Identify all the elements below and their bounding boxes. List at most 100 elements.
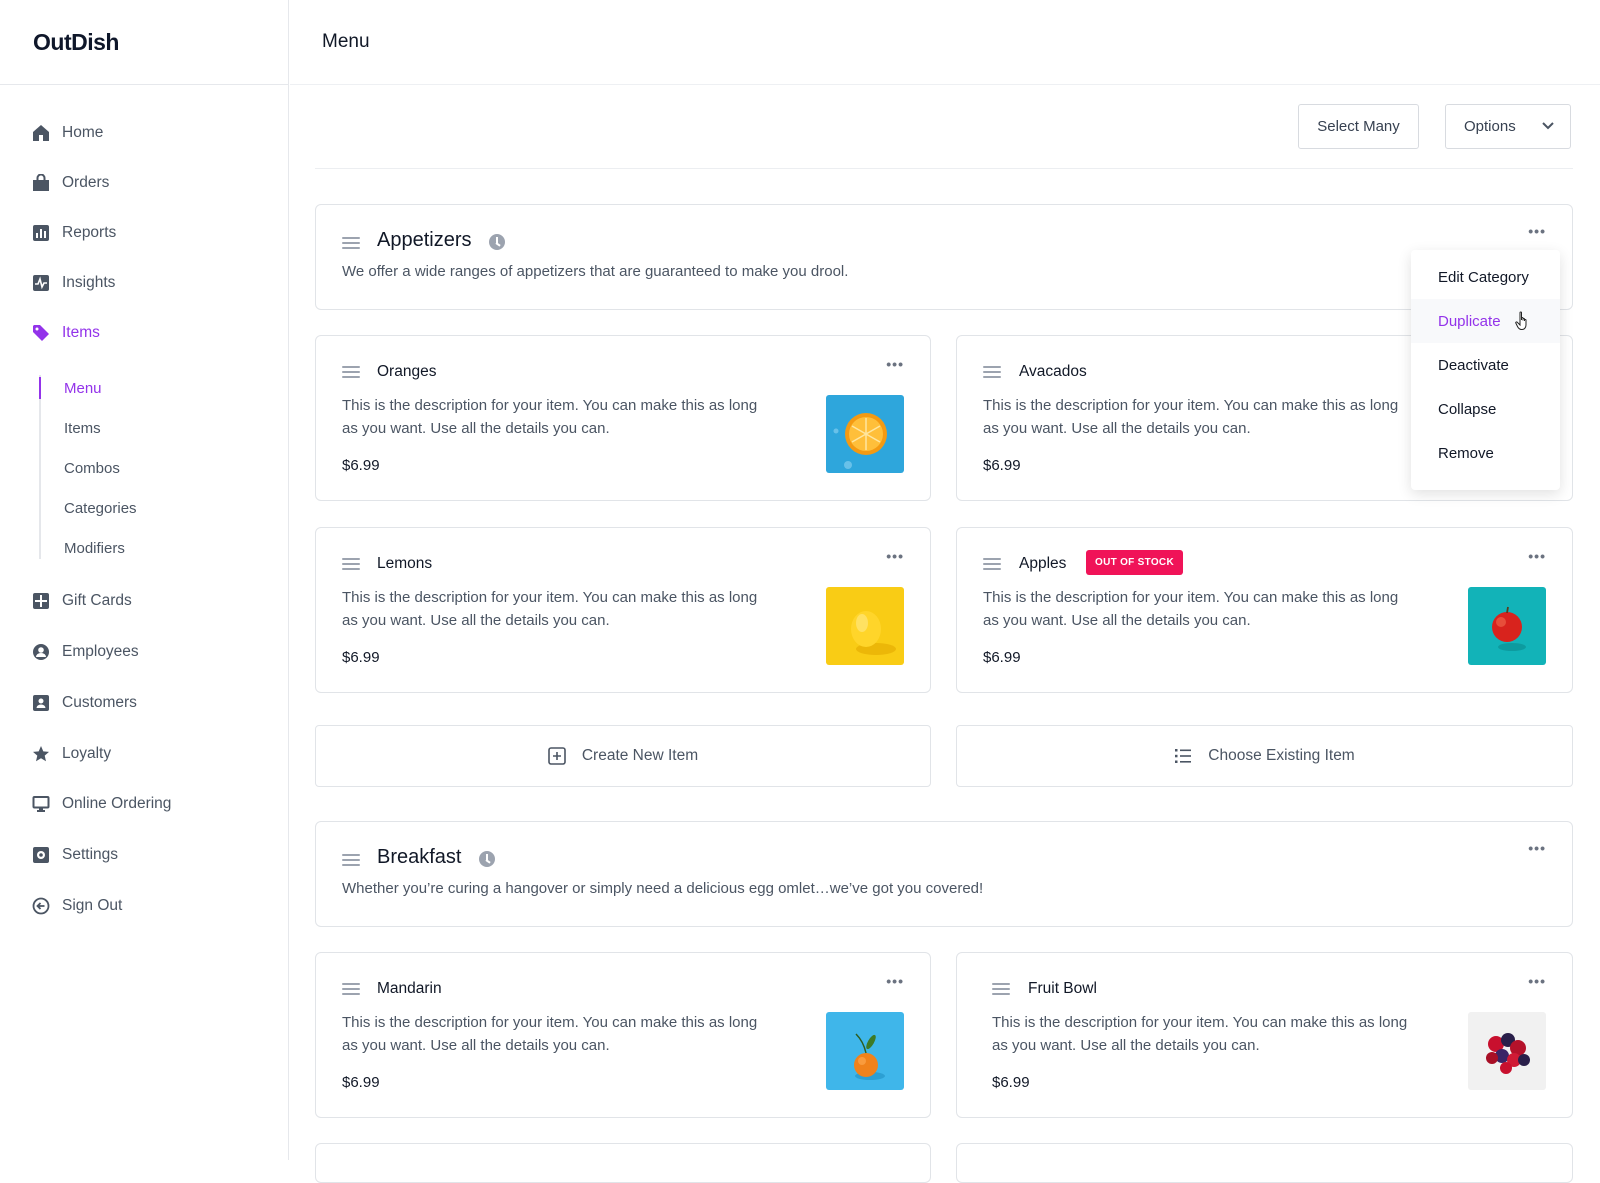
drag-handle-icon[interactable] xyxy=(342,983,360,995)
gift-card-icon xyxy=(33,593,49,609)
menu-item-card[interactable]: Mandarin ••• This is the description for… xyxy=(315,952,931,1118)
menu-item-edit-category[interactable]: Edit Category xyxy=(1411,255,1560,299)
drag-handle-icon[interactable] xyxy=(342,366,360,378)
choose-existing-item-button[interactable]: Choose Existing Item xyxy=(956,725,1573,787)
drag-handle-icon[interactable] xyxy=(983,366,1001,378)
sidebar-item-online-ordering[interactable]: Online Ordering xyxy=(32,792,171,816)
sidebar-item-reports[interactable]: Reports xyxy=(32,221,116,245)
more-options-icon[interactable]: ••• xyxy=(1528,973,1546,989)
more-options-icon[interactable]: ••• xyxy=(1528,840,1546,856)
more-options-icon[interactable]: ••• xyxy=(1528,223,1546,239)
sidebar-item-sign-out[interactable]: Sign Out xyxy=(32,894,122,918)
item-price: $6.99 xyxy=(983,649,1021,666)
drag-handle-icon[interactable] xyxy=(992,983,1010,995)
options-label: Options xyxy=(1464,118,1516,135)
drag-handle-icon[interactable] xyxy=(342,237,360,249)
sidebar-item-employees[interactable]: Employees xyxy=(32,640,139,664)
item-name: Mandarin xyxy=(377,980,442,997)
category-options-menu: Edit Category Duplicate Deactivate Colla… xyxy=(1411,250,1560,490)
star-icon xyxy=(33,746,49,762)
more-options-icon[interactable]: ••• xyxy=(886,356,904,372)
item-thumbnail xyxy=(1468,587,1546,665)
item-thumbnail xyxy=(826,587,904,665)
sidebar-item-label: Employees xyxy=(62,643,139,660)
drag-handle-icon[interactable] xyxy=(342,558,360,570)
subnav-item-menu[interactable]: Menu xyxy=(64,380,102,397)
subnav-item-combos[interactable]: Combos xyxy=(64,460,120,477)
more-options-icon[interactable]: ••• xyxy=(1528,548,1546,564)
subnav-active-indicator xyxy=(39,377,41,399)
sidebar-item-customers[interactable]: Customers xyxy=(32,691,137,715)
choose-existing-item-label: Choose Existing Item xyxy=(1208,747,1355,764)
app-logo[interactable]: OutDish xyxy=(0,0,288,85)
gear-icon xyxy=(33,847,49,863)
item-thumbnail xyxy=(1468,1012,1546,1090)
sidebar-item-label: Home xyxy=(62,124,104,141)
more-options-icon[interactable]: ••• xyxy=(886,548,904,564)
menu-item-card[interactable]: Oranges ••• This is the description for … xyxy=(315,335,931,501)
sidebar-item-label: Reports xyxy=(62,224,117,241)
sidebar-item-gift-cards[interactable]: Gift Cards xyxy=(32,589,132,613)
subnav-divider xyxy=(39,375,41,559)
plus-square-icon xyxy=(548,747,566,765)
menu-item-card[interactable] xyxy=(315,1143,931,1183)
drag-handle-icon[interactable] xyxy=(342,854,360,866)
sidebar-item-label: Orders xyxy=(62,174,110,191)
sidebar-item-orders[interactable]: Orders xyxy=(32,171,109,195)
sidebar-item-label: Insights xyxy=(62,274,116,291)
item-name: Oranges xyxy=(377,363,437,380)
item-thumbnail xyxy=(826,395,904,473)
menu-item-collapse[interactable]: Collapse xyxy=(1411,387,1560,431)
category-description: Whether you’re curing a hangover or simp… xyxy=(342,880,984,897)
options-dropdown-button[interactable]: Options xyxy=(1445,104,1571,149)
pointer-cursor-icon xyxy=(1515,311,1527,330)
item-price: $6.99 xyxy=(342,457,380,474)
bag-icon xyxy=(33,174,49,191)
item-description: This is the description for your item. Y… xyxy=(342,397,758,437)
create-new-item-button[interactable]: Create New Item xyxy=(315,725,931,787)
menu-item-card[interactable]: Apples OUT OF STOCK ••• This is the desc… xyxy=(956,527,1573,693)
sidebar-item-label: Online Ordering xyxy=(62,795,172,812)
sign-out-icon xyxy=(32,897,50,915)
subnav-item-modifiers[interactable]: Modifiers xyxy=(64,540,125,557)
menu-item-remove[interactable]: Remove xyxy=(1411,431,1560,475)
create-new-item-label: Create New Item xyxy=(581,747,699,764)
sidebar-item-label: Gift Cards xyxy=(62,592,132,609)
menu-item-duplicate[interactable]: Duplicate xyxy=(1411,299,1560,343)
sidebar-item-loyalty[interactable]: Loyalty xyxy=(32,742,111,766)
menu-item-deactivate[interactable]: Deactivate xyxy=(1411,343,1560,387)
item-name: Lemons xyxy=(377,555,433,572)
contact-card-icon xyxy=(33,695,49,711)
sidebar: OutDish Home Orders Reports Insights Ite… xyxy=(0,0,289,1160)
subnav-item-categories[interactable]: Categories xyxy=(64,500,137,517)
item-name: Fruit Bowl xyxy=(1028,980,1097,997)
item-price: $6.99 xyxy=(342,649,380,666)
item-description: This is the description for your item. Y… xyxy=(342,589,758,629)
category-description: We offer a wide ranges of appetizers tha… xyxy=(342,263,849,280)
sidebar-item-settings[interactable]: Settings xyxy=(32,843,118,867)
sidebar-item-label: Customers xyxy=(62,694,137,711)
page-title: Menu xyxy=(322,31,370,52)
item-description: This is the description for your item. Y… xyxy=(983,397,1399,437)
menu-item-label: Duplicate xyxy=(1438,312,1501,330)
sidebar-item-home[interactable]: Home xyxy=(32,121,103,145)
menu-item-card[interactable]: Fruit Bowl ••• This is the description f… xyxy=(956,952,1573,1118)
more-options-icon[interactable]: ••• xyxy=(886,973,904,989)
item-description: This is the description for your item. Y… xyxy=(983,589,1399,629)
clock-icon xyxy=(479,851,495,867)
menu-item-card[interactable] xyxy=(956,1143,1573,1183)
chevron-down-icon xyxy=(1542,122,1554,130)
category-title: Appetizers xyxy=(377,229,472,251)
sidebar-item-label: Items xyxy=(62,324,100,341)
clock-icon xyxy=(489,234,505,250)
sidebar-item-items[interactable]: Items xyxy=(32,321,100,345)
top-bar: Menu xyxy=(290,0,1600,85)
drag-handle-icon[interactable] xyxy=(983,558,1001,570)
subnav-item-items[interactable]: Items xyxy=(64,420,101,437)
category-card: Breakfast Whether you’re curing a hangov… xyxy=(315,821,1573,927)
item-price: $6.99 xyxy=(983,457,1021,474)
menu-item-card[interactable]: Lemons ••• This is the description for y… xyxy=(315,527,931,693)
sidebar-item-insights[interactable]: Insights xyxy=(32,271,115,295)
sidebar-item-label: Loyalty xyxy=(62,745,112,762)
select-many-button[interactable]: Select Many xyxy=(1298,104,1419,149)
